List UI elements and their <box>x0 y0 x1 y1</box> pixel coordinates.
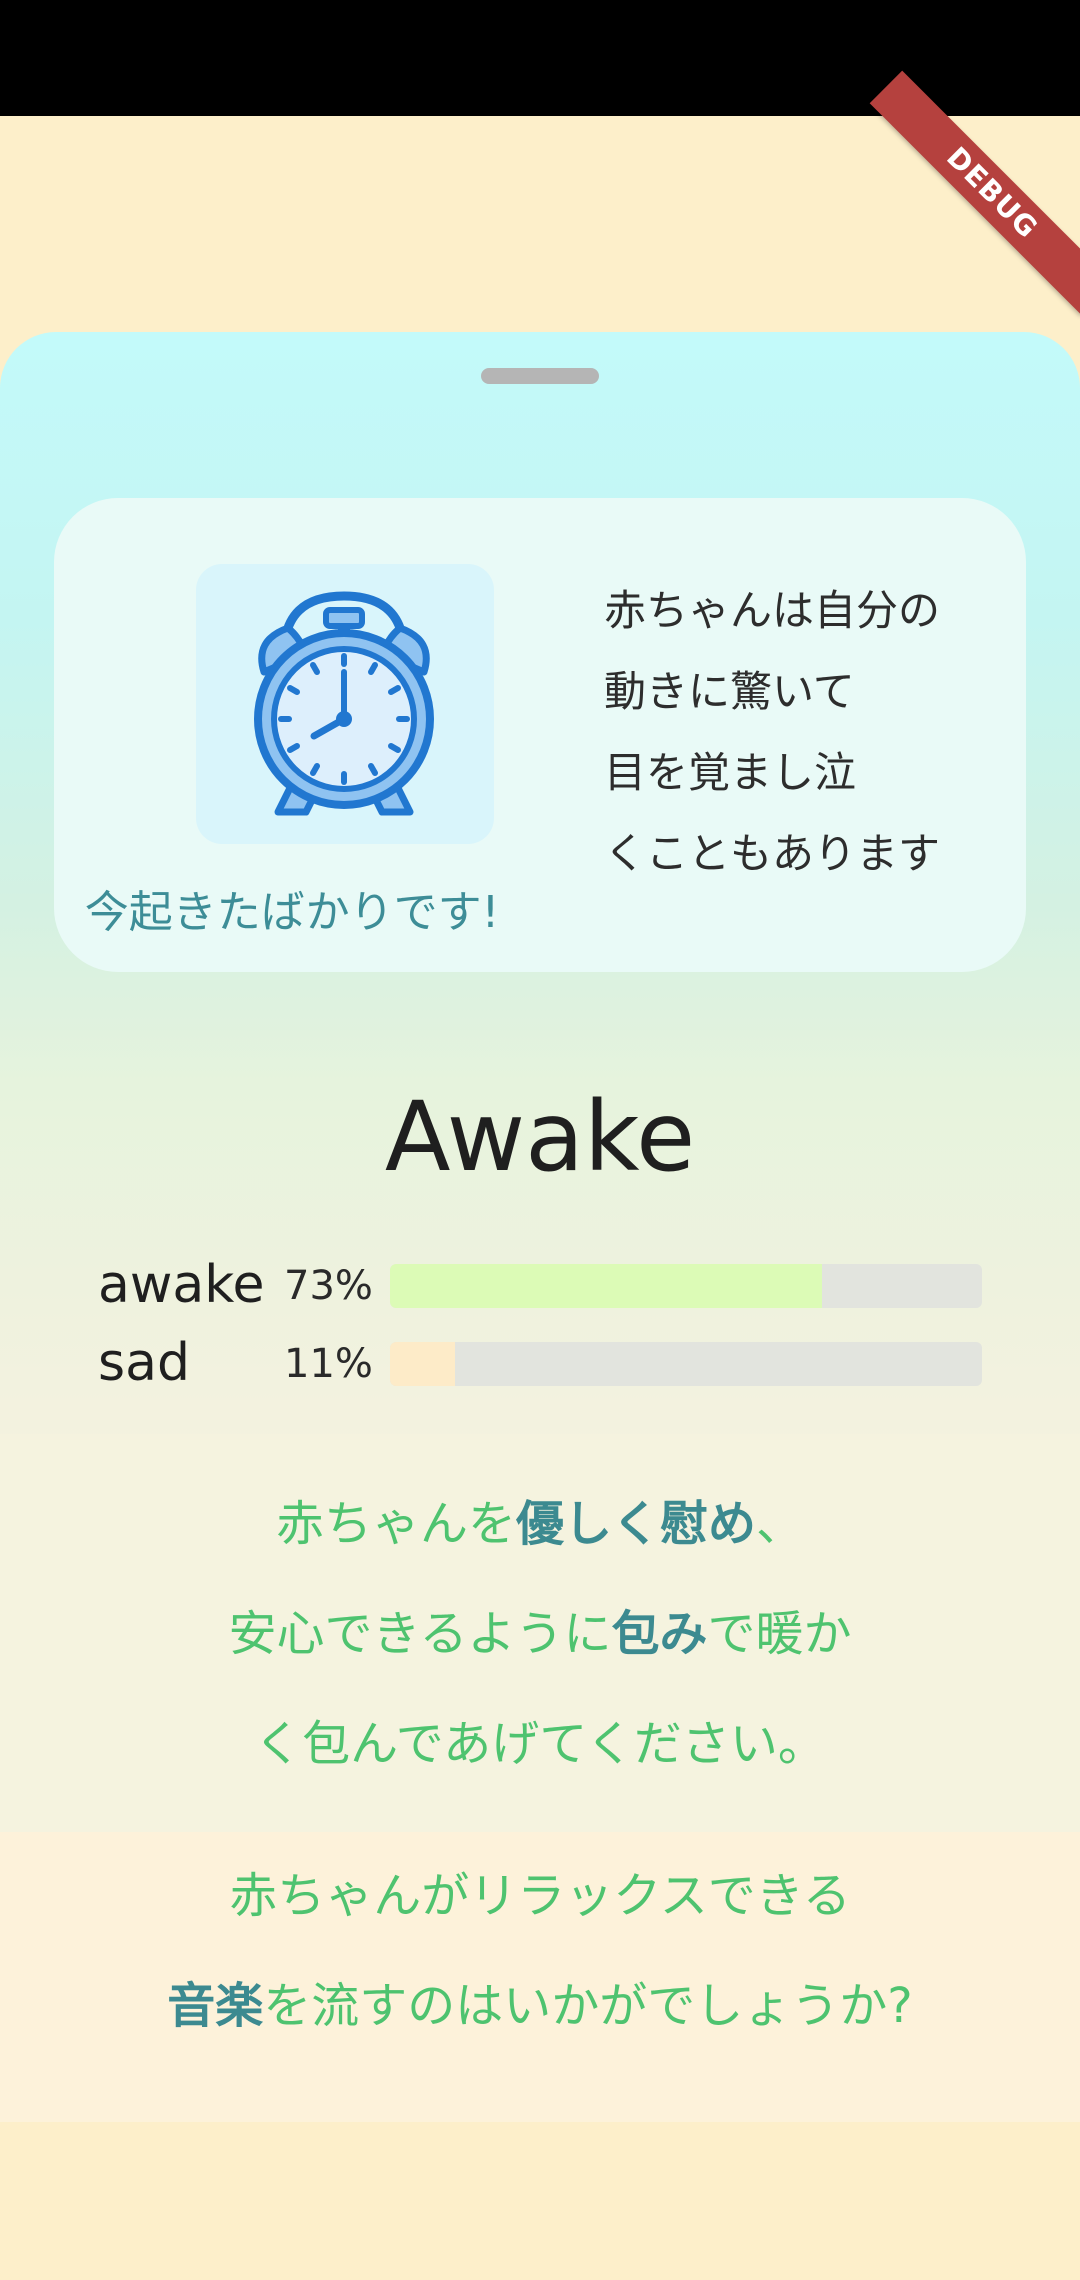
state-title: Awake <box>384 1081 696 1193</box>
description-line: くこともあります <box>604 829 941 878</box>
emotion-label: sad <box>98 1333 190 1393</box>
advice-emphasis: 包み <box>611 1606 708 1662</box>
description-line: 動きに驚いて <box>604 667 855 716</box>
progress-fill <box>390 1342 456 1386</box>
emotion-label: awake <box>98 1255 265 1315</box>
progress-fill <box>390 1264 823 1308</box>
drag-handle[interactable] <box>481 368 599 384</box>
description-line: 赤ちゃんは自分の <box>604 586 941 635</box>
progress-track <box>390 1264 982 1308</box>
info-card: 今起きたばかりです! 赤ちゃんは自分の 動きに驚いて 目を覚まし泣 くこともあり… <box>54 498 1026 972</box>
emotion-percent: 73% <box>284 1263 373 1309</box>
advice-line-2: 安心できるように包みで暖か <box>0 1604 1080 1664</box>
icon-box <box>196 564 494 844</box>
advice-line-3: く包んであげてください。 <box>254 1716 826 1772</box>
advice-line-1: 赤ちゃんを優しく慰め、 <box>0 1494 1080 1554</box>
advice-emphasis: 優しく慰め <box>515 1496 756 1552</box>
status-caption: 今起きたばかりです! <box>84 887 500 938</box>
emotion-row-awake: awake 73% <box>98 1255 982 1315</box>
emotion-row-sad: sad 11% <box>98 1333 982 1393</box>
progress-track <box>390 1342 982 1386</box>
emotion-percent: 11% <box>284 1341 373 1387</box>
advice-text: で暖か <box>707 1606 852 1662</box>
music-line-1: 赤ちゃんがリラックスできる <box>229 1868 851 1924</box>
advice-text: 赤ちゃんを <box>275 1496 516 1552</box>
alarm-clock-icon <box>254 591 434 816</box>
music-text: を流すのはいかがでしょうか? <box>263 1978 913 2034</box>
music-emphasis: 音楽 <box>167 1978 264 2034</box>
description-text: 赤ちゃんは自分の 動きに驚いて 目を覚まし泣 くこともあります <box>604 570 1004 894</box>
description-line: 目を覚まし泣 <box>604 748 857 797</box>
advice-text: 安心できるように <box>228 1606 612 1662</box>
music-line-2: 音楽を流すのはいかがでしょうか? <box>0 1976 1080 2036</box>
advice-text: 、 <box>756 1496 805 1552</box>
bottom-sheet[interactable]: 今起きたばかりです! 赤ちゃんは自分の 動きに驚いて 目を覚まし泣 くこともあり… <box>0 332 1080 2122</box>
music-suggestion[interactable]: 赤ちゃんがリラックスできる 音楽を流すのはいかがでしょうか? <box>0 1832 1080 2122</box>
